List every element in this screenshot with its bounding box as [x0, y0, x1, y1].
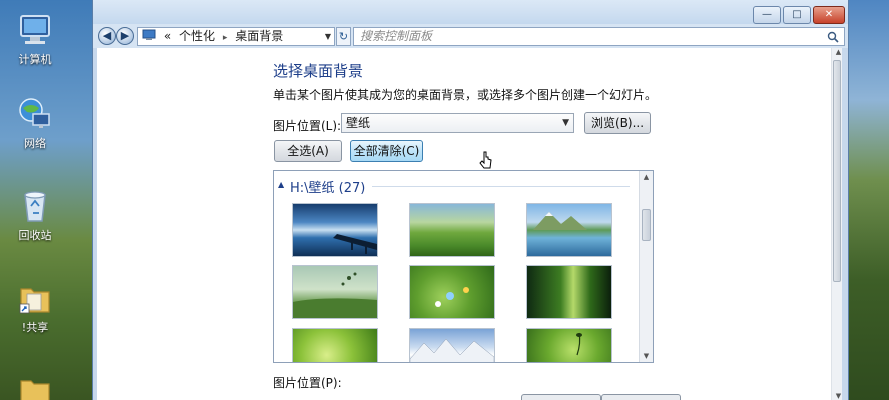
- maximize-button[interactable]: □: [783, 6, 811, 24]
- wallpaper-thumbnail[interactable]: [526, 265, 612, 319]
- back-arrow-icon: ◀: [102, 29, 112, 42]
- address-bar: ◀ ▶ « 个性化 ▸ 桌面背景 ▼ ↻ 搜索控制面板: [93, 24, 848, 48]
- search-icon[interactable]: [827, 31, 839, 43]
- search-placeholder: 搜索控制面板: [360, 29, 433, 43]
- main-content: 选择桌面背景 单击某个图片使其成为您的桌面背景，或选择多个图片创建一个幻灯片。 …: [97, 48, 842, 400]
- footer-button-partial[interactable]: [601, 394, 681, 400]
- scroll-up-icon[interactable]: ▲: [832, 48, 845, 56]
- mouse-cursor-icon: [479, 151, 492, 169]
- network-icon: [19, 98, 50, 128]
- desktop-icon-shared[interactable]: !共享: [0, 280, 70, 335]
- desktop-icon-label: 回收站: [18, 229, 52, 242]
- picture-location-label: 图片位置(L):: [273, 119, 342, 133]
- forward-arrow-icon: ▶: [120, 29, 130, 42]
- scroll-up-icon[interactable]: ▲: [640, 173, 653, 181]
- refresh-button[interactable]: ↻: [336, 27, 351, 46]
- search-input[interactable]: 搜索控制面板: [353, 27, 845, 46]
- footer-button-partial[interactable]: [521, 394, 601, 400]
- address-prefix[interactable]: «: [164, 29, 171, 43]
- select-all-button[interactable]: 全选(A): [274, 140, 342, 162]
- wallpaper-thumbnail[interactable]: [292, 328, 378, 362]
- recycle-bin-icon: [24, 191, 46, 222]
- desktop-icon-network[interactable]: 网络: [0, 96, 70, 151]
- wallpaper-thumbnail[interactable]: [526, 203, 612, 257]
- desktop-wallpaper-right: [849, 0, 889, 400]
- wallpaper-gallery[interactable]: ▲ H:\壁纸 (27) ▲ ▼: [273, 170, 654, 363]
- wallpaper-thumbnail[interactable]: [292, 265, 378, 319]
- page-description: 单击某个图片使其成为您的桌面背景，或选择多个图片创建一个幻灯片。: [273, 88, 658, 102]
- picture-position-label: 图片位置(P):: [273, 376, 342, 390]
- page-title: 选择桌面背景: [273, 62, 364, 80]
- wallpaper-thumbnail[interactable]: [292, 203, 378, 257]
- close-button[interactable]: ✕: [813, 6, 845, 24]
- back-button[interactable]: ◀: [98, 27, 116, 45]
- wallpaper-thumbnail[interactable]: [526, 328, 612, 362]
- wallpaper-thumbnail[interactable]: [409, 265, 495, 319]
- control-panel-icon: [142, 29, 156, 40]
- content-scrollbar[interactable]: ▲ ▼: [831, 48, 842, 400]
- group-divider: [372, 186, 630, 187]
- gallery-scrollbar[interactable]: ▲ ▼: [639, 171, 653, 362]
- desktop-icon-folder[interactable]: [0, 372, 70, 400]
- refresh-icon: ↻: [338, 30, 349, 43]
- gallery-scroll-thumb[interactable]: [642, 209, 651, 241]
- wallpaper-thumbnail[interactable]: [409, 203, 495, 257]
- breadcrumb-personalization[interactable]: 个性化: [179, 29, 215, 43]
- content-scroll-thumb[interactable]: [833, 60, 841, 282]
- forward-button[interactable]: ▶: [116, 27, 134, 45]
- collapse-group-icon[interactable]: ▲: [278, 180, 284, 189]
- address-field[interactable]: « 个性化 ▸ 桌面背景 ▼: [137, 27, 335, 46]
- breadcrumb-desktop-background[interactable]: 桌面背景: [235, 29, 283, 43]
- picture-location-value: 壁纸: [346, 116, 371, 130]
- desktop-icon-recycle-bin[interactable]: 回收站: [0, 188, 70, 243]
- wallpaper-thumbnail[interactable]: [409, 328, 495, 362]
- minimize-button[interactable]: —: [753, 6, 781, 24]
- picture-location-select[interactable]: 壁纸 ▼: [341, 113, 574, 133]
- desktop-icon-label: 计算机: [18, 53, 52, 66]
- desktop-icon-computer[interactable]: 计算机: [0, 12, 70, 67]
- title-bar: — □ ✕: [93, 0, 848, 24]
- computer-icon: [20, 15, 50, 44]
- scroll-down-icon[interactable]: ▼: [640, 352, 653, 360]
- address-dropdown-icon[interactable]: ▼: [325, 28, 331, 45]
- group-header[interactable]: H:\壁纸 (27): [290, 177, 365, 196]
- desktop-icon-label: !共享: [21, 321, 49, 334]
- scroll-down-icon[interactable]: ▼: [832, 392, 845, 400]
- shared-folder-icon: [19, 288, 50, 314]
- browse-button[interactable]: 浏览(B)...: [584, 112, 651, 134]
- clear-all-button[interactable]: 全部清除(C): [350, 140, 423, 162]
- desktop-icon-label: 网络: [24, 137, 46, 150]
- chevron-down-icon[interactable]: ▼: [562, 114, 569, 132]
- control-panel-window: — □ ✕ ◀ ▶ « 个性化 ▸ 桌面背景 ▼ ↻ 搜索控制面板 选择桌面背景…: [92, 0, 849, 400]
- folder-icon: [20, 380, 50, 400]
- breadcrumb-separator[interactable]: ▸: [223, 33, 228, 43]
